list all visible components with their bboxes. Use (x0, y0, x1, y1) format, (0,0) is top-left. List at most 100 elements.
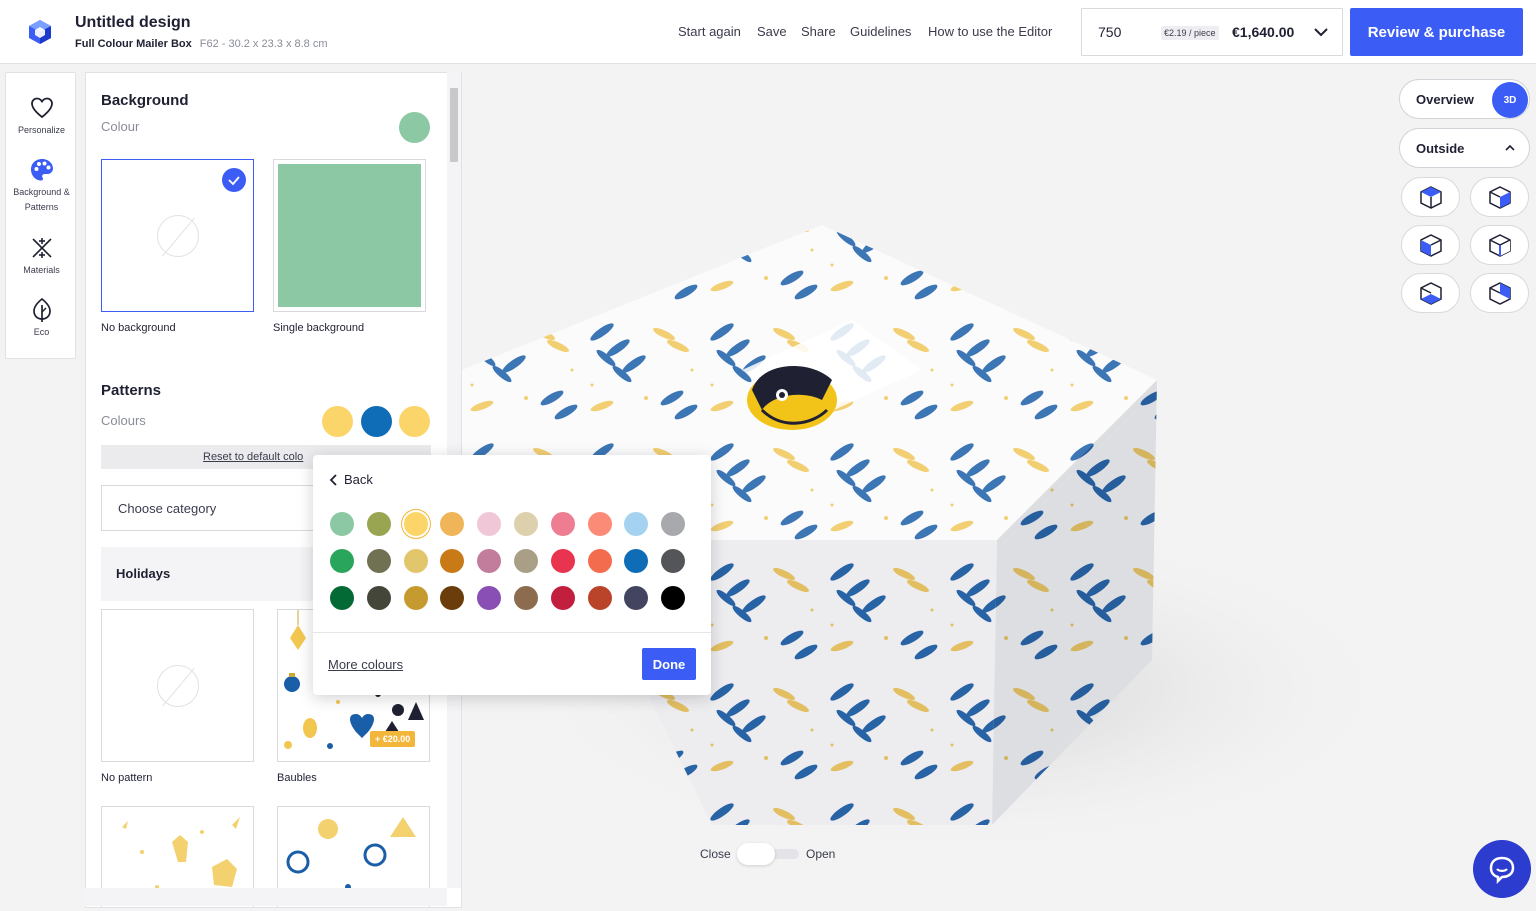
rail-materials[interactable]: Materials (6, 235, 77, 278)
no-background-option[interactable] (101, 159, 254, 312)
tool-rail: Personalize Background & Patterns Materi… (5, 72, 76, 359)
back-label: Back (344, 472, 373, 487)
divider (313, 632, 711, 633)
overview-toggle[interactable]: Overview 3D (1399, 79, 1530, 119)
colour-option[interactable] (440, 586, 465, 610)
panel-horizontal-scrollbar[interactable] (85, 888, 447, 906)
patterns-heading: Patterns (101, 382, 162, 399)
colour-option[interactable] (330, 586, 354, 610)
colour-option[interactable] (403, 549, 428, 573)
rail-personalize[interactable]: Personalize (6, 95, 77, 138)
colour-option[interactable] (514, 512, 538, 536)
guidelines-link[interactable]: Guidelines (850, 24, 911, 39)
colour-option[interactable] (587, 586, 612, 610)
review-purchase-button[interactable]: Review & purchase (1350, 8, 1523, 56)
more-colours-link[interactable]: More colours (328, 657, 403, 672)
colour-option[interactable] (661, 512, 686, 536)
close-label: Close (700, 847, 731, 861)
colour-option[interactable] (550, 549, 575, 573)
back-button[interactable]: Back (328, 472, 373, 487)
category-placeholder: Choose category (118, 501, 217, 516)
chevron-left-icon (329, 473, 337, 486)
outside-label: Outside (1416, 141, 1465, 156)
rail-background-patterns[interactable]: Background & Patterns (6, 157, 77, 215)
colour-option[interactable] (403, 512, 428, 536)
colour-picker-popup: Back More colours Done (313, 455, 711, 695)
colour-option[interactable] (550, 512, 575, 536)
pattern-price-badge: + €20.00 (370, 731, 416, 747)
background-colour-label: Colour (101, 119, 140, 134)
background-colour-swatch[interactable] (399, 112, 430, 143)
cube-view-1-icon[interactable] (1401, 177, 1460, 217)
quantity-selector[interactable]: 750 €2.19 / piece €1,640.00 (1081, 8, 1343, 56)
single-background-label: Single background (273, 322, 365, 334)
logo-icon[interactable] (26, 18, 54, 46)
colour-option[interactable] (477, 512, 502, 536)
cube-view-2-icon[interactable] (1470, 177, 1529, 217)
chevron-down-icon[interactable] (1312, 25, 1330, 39)
colour-option[interactable] (550, 586, 575, 610)
colour-option[interactable] (440, 512, 465, 536)
colour-option[interactable] (330, 512, 354, 536)
colour-option[interactable] (514, 549, 538, 573)
colour-option[interactable] (624, 512, 649, 536)
rail-label: Eco (33, 327, 50, 337)
colour-option[interactable] (477, 586, 502, 610)
colour-option[interactable] (403, 586, 428, 610)
chat-button[interactable] (1473, 840, 1531, 898)
colour-option[interactable] (330, 549, 354, 573)
start-again-link[interactable]: Start again (678, 24, 741, 39)
no-background-icon (157, 215, 199, 257)
total-price: €1,640.00 (1232, 24, 1295, 40)
heart-icon (30, 97, 53, 119)
no-pattern-option[interactable] (101, 609, 254, 762)
chevron-up-icon (1505, 144, 1515, 151)
colour-option[interactable] (661, 549, 686, 573)
pattern-colour-swatch-3[interactable] (399, 406, 430, 437)
pattern-colours-label: Colours (101, 413, 146, 428)
colour-option[interactable] (661, 586, 686, 610)
3d-view-button[interactable]: 3D (1492, 82, 1528, 118)
single-background-option[interactable] (273, 159, 426, 312)
price-per-piece: €2.19 / piece (1161, 26, 1219, 40)
colour-option[interactable] (366, 549, 391, 573)
pattern-colour-swatch-2[interactable] (361, 406, 392, 437)
colour-option[interactable] (624, 586, 649, 610)
colour-option[interactable] (440, 549, 465, 573)
colour-option[interactable] (477, 549, 502, 573)
outside-dropdown[interactable]: Outside (1399, 128, 1530, 168)
scroll-thumb[interactable] (450, 88, 458, 162)
palette-icon (30, 159, 53, 181)
colour-option[interactable] (624, 549, 649, 573)
save-link[interactable]: Save (757, 24, 787, 39)
baubles-label: Baubles (277, 772, 317, 784)
colour-option[interactable] (587, 549, 612, 573)
cube-view-3-icon[interactable] (1401, 225, 1460, 265)
colour-option[interactable] (514, 586, 538, 610)
cube-view-6-icon[interactable] (1470, 273, 1529, 313)
rail-label: Personalize (17, 125, 66, 135)
no-pattern-icon (157, 665, 199, 707)
colour-option[interactable] (366, 586, 391, 610)
rail-label: Materials (23, 265, 60, 275)
design-title[interactable]: Untitled design (75, 14, 191, 32)
share-link[interactable]: Share (801, 24, 836, 39)
no-pattern-label: No pattern (101, 772, 153, 784)
toggle-knob[interactable] (737, 843, 775, 865)
cube-view-5-icon[interactable] (1401, 273, 1460, 313)
overview-label: Overview (1416, 92, 1474, 107)
done-button[interactable]: Done (642, 648, 696, 680)
colour-option[interactable] (366, 512, 391, 536)
quantity-value: 750 (1098, 24, 1122, 40)
single-background-preview (278, 164, 421, 307)
no-background-label: No background (101, 322, 176, 334)
how-to-use-link[interactable]: How to use the Editor (928, 24, 1052, 39)
reset-colours-link[interactable]: Reset to default colo (203, 451, 303, 463)
rail-label: Background & Patterns (13, 187, 70, 212)
rail-eco[interactable]: Eco (6, 297, 77, 340)
leaf-icon (32, 297, 51, 322)
colour-option[interactable] (587, 512, 612, 536)
cube-view-4-icon[interactable] (1470, 225, 1529, 265)
product-subtitle: Full Colour Mailer Box F62 - 30.2 x 23.3 … (75, 38, 328, 50)
pattern-colour-swatch-1[interactable] (322, 406, 353, 437)
